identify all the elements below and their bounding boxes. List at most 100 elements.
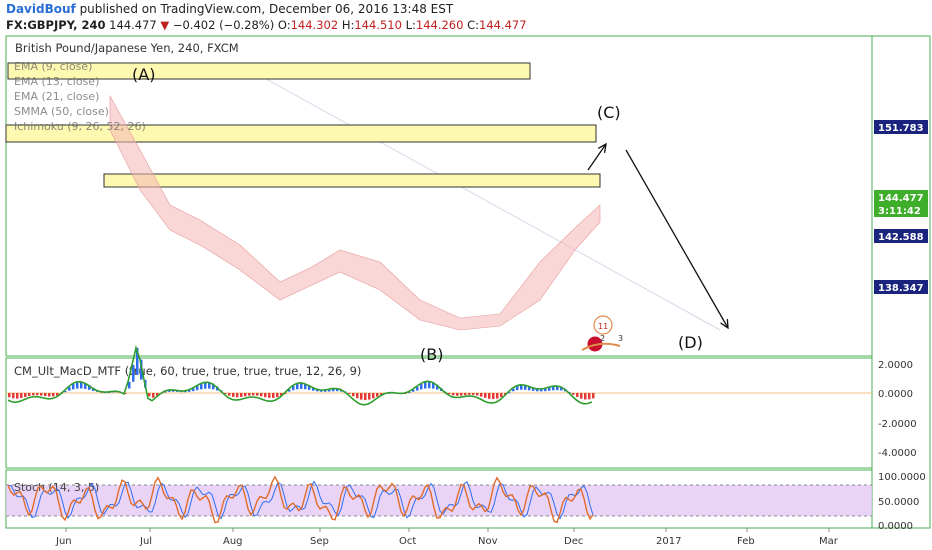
wave-label-a: (A) bbox=[132, 65, 155, 84]
macd-tick-label: -2.0000 bbox=[878, 419, 917, 430]
macd-bar bbox=[472, 393, 475, 395]
macd-bar bbox=[36, 393, 39, 396]
macd-bar bbox=[476, 393, 479, 396]
macd-bar bbox=[20, 393, 23, 398]
macd-bar bbox=[424, 381, 427, 389]
stoch-tick-label: 0.0000 bbox=[878, 521, 913, 532]
macd-bar bbox=[368, 393, 371, 400]
open-label: O: bbox=[277, 18, 291, 32]
macd-bar bbox=[24, 393, 27, 397]
macd-bar bbox=[32, 393, 35, 396]
stoch-band bbox=[6, 485, 872, 516]
macd-bar bbox=[40, 393, 43, 396]
time-tick-label: Jul bbox=[139, 536, 152, 547]
low-label: L: bbox=[405, 18, 416, 32]
macd-bar bbox=[360, 393, 363, 400]
publish-info: published on TradingView.com, December 0… bbox=[75, 2, 454, 16]
macd-bar bbox=[496, 393, 499, 399]
symbol-label: FX:GBPJPY, 240 bbox=[6, 18, 106, 32]
macd-bar bbox=[12, 393, 15, 399]
chart-header: DavidBouf published on TradingView.com, … bbox=[0, 0, 932, 34]
macd-bar bbox=[8, 393, 11, 398]
macd-bar bbox=[500, 393, 503, 398]
price-flag-label: 142.588 bbox=[878, 232, 924, 243]
macd-bar bbox=[268, 393, 271, 398]
macd-bar bbox=[572, 393, 575, 395]
macd-bar bbox=[244, 393, 247, 397]
macd-bar bbox=[152, 393, 155, 398]
macd-bar bbox=[276, 393, 279, 398]
macd-bar bbox=[584, 393, 587, 400]
macd-bar bbox=[580, 393, 583, 399]
macd-bar bbox=[132, 364, 135, 382]
publish-line: DavidBouf published on TradingView.com, … bbox=[6, 2, 453, 16]
high-label: H: bbox=[341, 18, 355, 32]
macd-bar bbox=[464, 393, 467, 396]
macd-bar bbox=[16, 393, 19, 399]
macd-bar bbox=[480, 393, 483, 397]
macd-bar bbox=[72, 383, 75, 390]
macd-bar bbox=[456, 393, 459, 396]
low-value: 144.260 bbox=[415, 18, 464, 32]
macd-bar bbox=[488, 393, 491, 399]
wave-label-c: (C) bbox=[597, 103, 621, 122]
macd-bar bbox=[232, 393, 235, 397]
macd-bar bbox=[52, 393, 55, 397]
macd-bar bbox=[588, 393, 591, 400]
study-label: SMMA (50, close) bbox=[14, 105, 109, 118]
macd-bar bbox=[484, 393, 487, 398]
event-icon-label: 3 bbox=[618, 334, 623, 343]
macd-bar bbox=[420, 383, 423, 390]
macd-label: CM_Ult_MacD_MTF (true, 60, true, true, t… bbox=[14, 364, 361, 378]
macd-tick-label: 0.0000 bbox=[878, 389, 913, 400]
macd-bar bbox=[248, 393, 251, 396]
time-tick-label: 2017 bbox=[656, 536, 681, 547]
price-flag-label: 3:11:42 bbox=[878, 206, 921, 217]
macd-tick-label: 2.0000 bbox=[878, 360, 913, 371]
quote-line: FX:GBPJPY, 240 144.477 ▼ −0.402 (−0.28%)… bbox=[6, 18, 527, 32]
event-icon-label: 11 bbox=[598, 322, 608, 331]
price-change: −0.402 (−0.28%) bbox=[172, 18, 275, 32]
macd-bar bbox=[272, 393, 275, 398]
macd-bar bbox=[364, 393, 367, 401]
time-tick-label: Mar bbox=[819, 536, 839, 547]
macd-bar bbox=[448, 393, 451, 395]
stoch-tick-label: 100.0000 bbox=[878, 472, 926, 483]
macd-bar bbox=[460, 393, 463, 396]
macd-bar bbox=[356, 393, 359, 399]
macd-bar bbox=[48, 393, 51, 397]
main-panel bbox=[5, 35, 873, 357]
study-label: EMA (9, close) bbox=[14, 60, 92, 73]
macd-bar bbox=[228, 393, 231, 396]
time-tick-label: Oct bbox=[399, 536, 416, 547]
author-name[interactable]: DavidBouf bbox=[6, 2, 76, 16]
macd-tick-label: -4.0000 bbox=[878, 448, 917, 459]
study-label: EMA (13, close) bbox=[14, 75, 99, 88]
chart-canvas[interactable]: 100.00%(160.062)79.00%(152.614)70.50%(14… bbox=[0, 34, 932, 550]
study-label: Ichimoku (9, 26, 52, 26) bbox=[14, 120, 146, 133]
macd-bar bbox=[348, 393, 351, 394]
close-label: C: bbox=[467, 18, 479, 32]
high-value: 144.510 bbox=[354, 18, 402, 32]
stoch-tick-label: 50.0000 bbox=[878, 497, 919, 508]
macd-bar bbox=[576, 393, 579, 398]
macd-bar bbox=[492, 393, 495, 400]
macd-bar bbox=[592, 393, 595, 399]
macd-bar bbox=[468, 393, 471, 395]
down-arrow-icon: ▼ bbox=[160, 18, 170, 32]
macd-bar bbox=[264, 393, 267, 398]
macd-bar bbox=[352, 393, 355, 397]
event-icon-label: 2 bbox=[600, 334, 605, 343]
main-title: British Pound/Japanese Yen, 240, FXCM bbox=[15, 41, 239, 55]
macd-bar bbox=[376, 393, 379, 397]
macd-bar bbox=[200, 383, 203, 390]
macd-bar bbox=[204, 382, 207, 389]
wave-label-b: (B) bbox=[420, 345, 443, 364]
price-flag-label: 144.477 bbox=[878, 193, 924, 204]
open-value: 144.302 bbox=[290, 18, 339, 32]
time-tick-label: Feb bbox=[737, 536, 755, 547]
close-value: 144.477 bbox=[479, 18, 527, 32]
wave-label-d: (D) bbox=[678, 333, 703, 352]
macd-bar bbox=[372, 393, 375, 399]
macd-bar bbox=[240, 393, 243, 397]
